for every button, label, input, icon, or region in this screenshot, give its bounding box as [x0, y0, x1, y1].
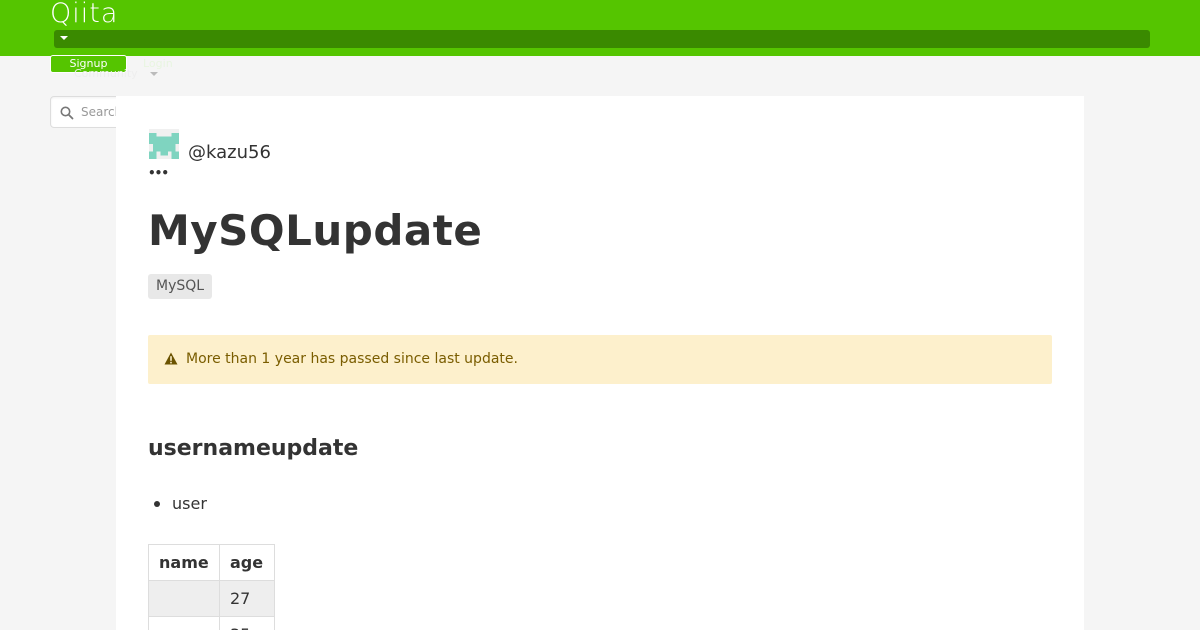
table-cell: 27 — [219, 580, 275, 617]
table-row: 27 — [148, 580, 275, 617]
column-header-age: age — [219, 544, 275, 581]
site-header: Qiita — [0, 0, 1200, 56]
login-link[interactable]: Login — [143, 57, 173, 70]
author-username[interactable]: @kazu56 — [188, 142, 271, 163]
notice-text: More than 1 year has passed since last u… — [186, 351, 518, 367]
table-cell: 35 — [219, 616, 275, 630]
bullet — [154, 501, 160, 507]
more-icon[interactable]: ••• — [148, 167, 169, 179]
list-item-text: user — [172, 494, 207, 513]
article-title: MySQLupdate — [148, 206, 483, 255]
table-cell — [148, 616, 220, 630]
qiita-logo[interactable]: Qiita — [50, 0, 118, 29]
community-chevron-icon[interactable] — [150, 72, 158, 76]
data-table: name age 27 35 — [148, 544, 275, 630]
table-cell — [148, 580, 220, 617]
section-heading: usernameupdate — [148, 436, 359, 461]
article-container: @kazu56 ••• MySQLupdate MySQL More than … — [116, 96, 1084, 630]
search-icon — [60, 106, 74, 120]
author-avatar[interactable] — [148, 129, 180, 159]
chevron-down-icon — [60, 36, 68, 40]
community-link[interactable]: Community — [74, 67, 138, 80]
mobile-nav-bar[interactable] — [54, 30, 1150, 48]
tag-mysql[interactable]: MySQL — [148, 274, 213, 299]
outdated-notice: More than 1 year has passed since last u… — [148, 335, 1052, 384]
table-header-row: name age — [148, 544, 275, 581]
column-header-name: name — [148, 544, 220, 581]
table-row: 35 — [148, 616, 275, 630]
warning-icon — [164, 352, 178, 365]
